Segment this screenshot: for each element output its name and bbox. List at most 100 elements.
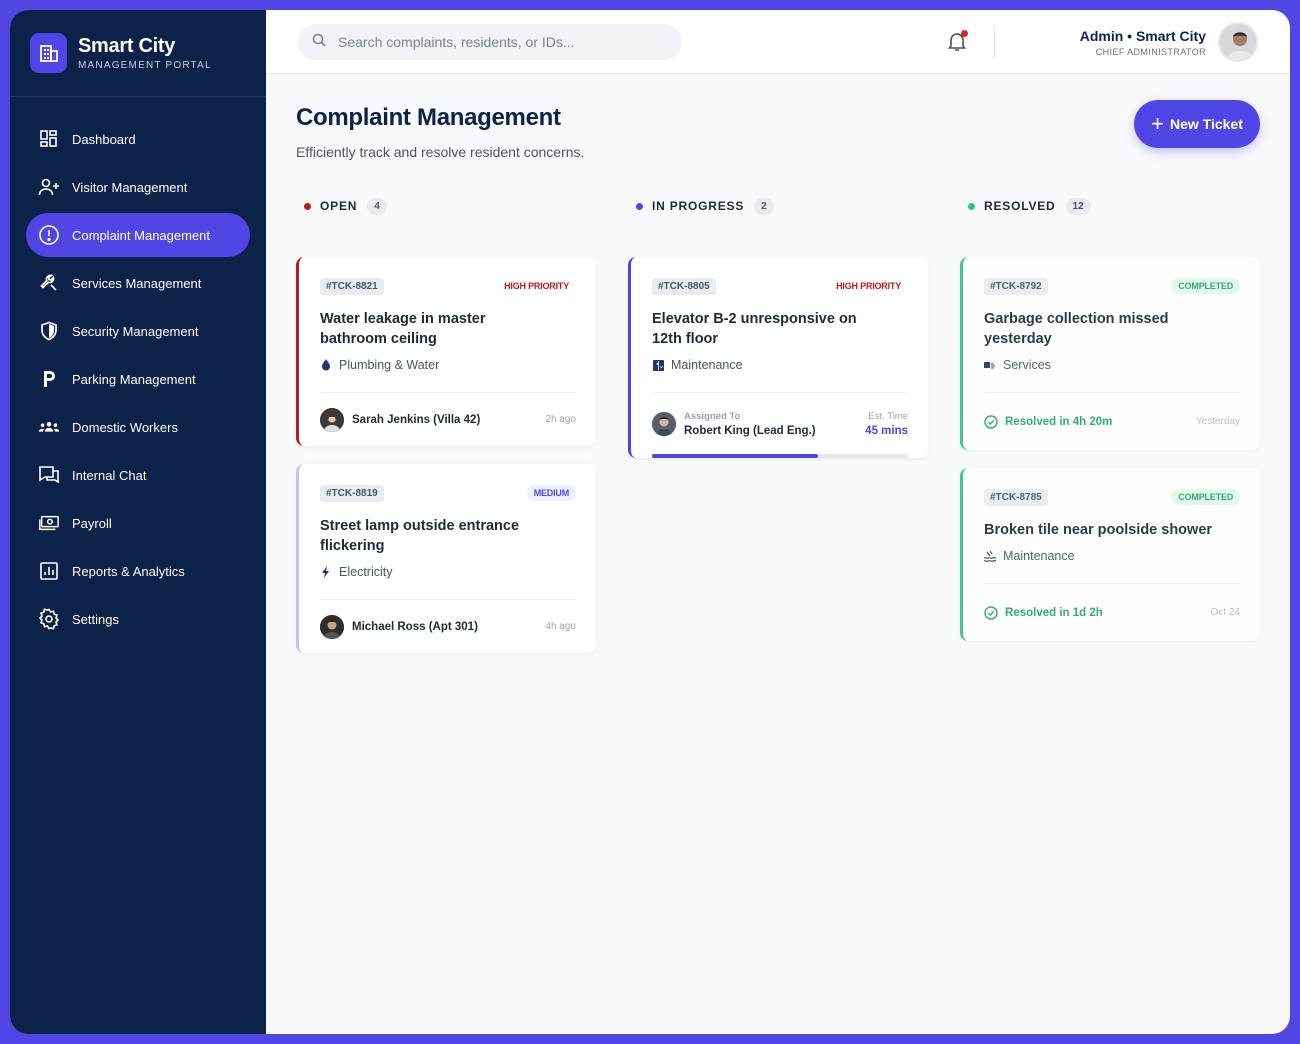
sidebar-item-internal-chat[interactable]: Internal Chat	[26, 453, 250, 497]
money-icon	[38, 512, 60, 534]
shield-icon	[38, 320, 60, 342]
sidebar-item-label: Settings	[72, 611, 119, 627]
app-window: Smart City MANAGEMENT PORTAL Dashboard V…	[10, 10, 1290, 1034]
ticket-card[interactable]: #TCK-8805 HIGH PRIORITY Elevator B-2 unr…	[628, 257, 928, 458]
ticket-title: Broken tile near poolside shower	[984, 522, 1213, 538]
resolved-duration: Resolved in 4h 20m	[1005, 415, 1113, 428]
ticket-id: #TCK-8792	[984, 277, 1048, 295]
sidebar-item-label: Reports & Analytics	[72, 563, 185, 579]
chart-icon	[38, 560, 60, 582]
user-profile[interactable]: Admin • Smart City CHIEF ADMINISTRATOR	[1080, 22, 1258, 62]
wrench-icon	[38, 272, 60, 294]
column-count: 12	[1065, 197, 1091, 215]
status-dot	[968, 202, 975, 210]
sidebar-item-visitor-management[interactable]: Visitor Management	[26, 165, 250, 209]
group-icon	[38, 416, 60, 438]
column-title: IN PROGRESS	[652, 199, 745, 213]
check-circle-icon	[984, 414, 998, 429]
sidebar-item-domestic-workers[interactable]: Domestic Workers	[26, 405, 250, 449]
user-name: Admin • Smart City	[1079, 27, 1206, 44]
sidebar-item-complaint-management[interactable]: Complaint Management	[26, 213, 250, 257]
brand-title: Smart City	[78, 35, 176, 57]
ticket-category: Electricity	[339, 565, 393, 579]
sidebar-item-label: Services Management	[72, 275, 202, 291]
main-content: Admin • Smart City CHIEF ADMINISTRATOR C…	[266, 10, 1290, 1034]
ticket-title: Street lamp outside entrance flickering	[320, 518, 520, 554]
sidebar-item-security-management[interactable]: Security Management	[26, 309, 250, 353]
column-header: OPEN 4	[296, 196, 596, 216]
ticket-id: #TCK-8819	[320, 484, 384, 502]
user-plus-icon	[38, 176, 60, 198]
search-bar[interactable]	[298, 24, 682, 60]
ticket-title: Water leakage in master bathroom ceiling	[320, 311, 486, 347]
sidebar-item-label: Internal Chat	[72, 467, 147, 483]
truck-icon	[984, 359, 996, 371]
gear-icon	[38, 608, 60, 630]
assignee-name: Robert King (Lead Eng.)	[684, 424, 816, 437]
column-resolved: RESOLVED 12 #TCK-8792 COMPLETED Garbage …	[960, 196, 1260, 659]
ticket-card[interactable]: #TCK-8821 HIGH PRIORITY Water leakage in…	[296, 257, 596, 446]
ticket-category: Maintenance	[671, 358, 743, 372]
sidebar-item-dashboard[interactable]: Dashboard	[26, 117, 250, 161]
parking-icon	[38, 368, 60, 390]
ticket-category: Services	[1003, 358, 1051, 372]
brand-subtitle: MANAGEMENT PORTAL	[78, 60, 212, 71]
est-time-label: Est. Time	[868, 410, 908, 422]
status-dot	[304, 202, 311, 210]
sidebar-item-parking-management[interactable]: Parking Management	[26, 357, 250, 401]
sidebar-item-label: Complaint Management	[72, 227, 211, 243]
sidebar-item-settings[interactable]: Settings	[26, 597, 250, 641]
topbar: Admin • Smart City CHIEF ADMINISTRATOR	[266, 10, 1290, 74]
column-count: 4	[367, 197, 387, 215]
avatar	[320, 614, 344, 639]
new-ticket-label: New Ticket	[1169, 116, 1243, 132]
ticket-id: #TCK-8821	[320, 277, 384, 295]
assigned-label: Assigned To	[684, 410, 741, 422]
sidebar-item-services-management[interactable]: Services Management	[26, 261, 250, 305]
page-subtitle: Efficiently track and resolve resident c…	[296, 144, 585, 160]
dashboard-icon	[38, 128, 60, 150]
new-ticket-button[interactable]: + New Ticket	[1134, 100, 1260, 148]
ticket-time: 2h ago	[545, 414, 576, 425]
ticket-card[interactable]: #TCK-8785 COMPLETED Broken tile near poo…	[960, 468, 1260, 641]
sidebar-item-payroll[interactable]: Payroll	[26, 501, 250, 545]
priority-badge: HIGH PRIORITY	[836, 281, 901, 291]
check-circle-icon	[984, 605, 998, 620]
droplet-icon	[320, 359, 332, 371]
notification-button[interactable]	[946, 30, 970, 54]
bolt-icon	[320, 566, 332, 578]
ticket-card[interactable]: #TCK-8792 COMPLETED Garbage collection m…	[960, 257, 1260, 450]
sidebar-item-label: Security Management	[72, 323, 199, 339]
search-input[interactable]	[338, 34, 658, 50]
column-header: RESOLVED 12	[960, 196, 1260, 216]
divider	[994, 26, 995, 58]
sidebar-item-reports-analytics[interactable]: Reports & Analytics	[26, 549, 250, 593]
bell-icon	[946, 33, 968, 56]
ticket-time: Yesterday	[1195, 416, 1240, 427]
status-badge: COMPLETED	[1171, 278, 1240, 294]
ticket-id: #TCK-8785	[984, 488, 1048, 506]
avatar	[652, 411, 676, 436]
user-role: CHIEF ADMINISTRATOR	[1095, 46, 1206, 57]
ticket-time: Oct 24	[1210, 607, 1240, 618]
avatar	[320, 407, 344, 432]
brand[interactable]: Smart City MANAGEMENT PORTAL	[10, 10, 266, 97]
ticket-category: Maintenance	[1003, 549, 1075, 563]
column-count: 2	[754, 197, 774, 215]
sidebar-item-label: Parking Management	[72, 371, 196, 387]
column-open: OPEN 4 #TCK-8821 HIGH PRIORITY Water lea…	[296, 196, 596, 671]
reporter-name: Sarah Jenkins (Villa 42)	[352, 413, 481, 426]
avatar[interactable]	[1218, 22, 1258, 62]
column-title: RESOLVED	[984, 199, 1056, 213]
column-title: OPEN	[320, 199, 358, 213]
pool-icon	[984, 550, 996, 562]
ticket-category: Plumbing & Water	[339, 358, 440, 372]
page-title: Complaint Management	[296, 104, 561, 131]
sidebar: Smart City MANAGEMENT PORTAL Dashboard V…	[10, 10, 266, 1034]
sidebar-item-label: Payroll	[72, 515, 112, 531]
alert-circle-icon	[38, 224, 60, 246]
search-icon	[312, 33, 326, 52]
progress-fill	[652, 454, 819, 458]
building-icon	[30, 33, 67, 73]
ticket-card[interactable]: #TCK-8819 MEDIUM Street lamp outside ent…	[296, 464, 596, 653]
